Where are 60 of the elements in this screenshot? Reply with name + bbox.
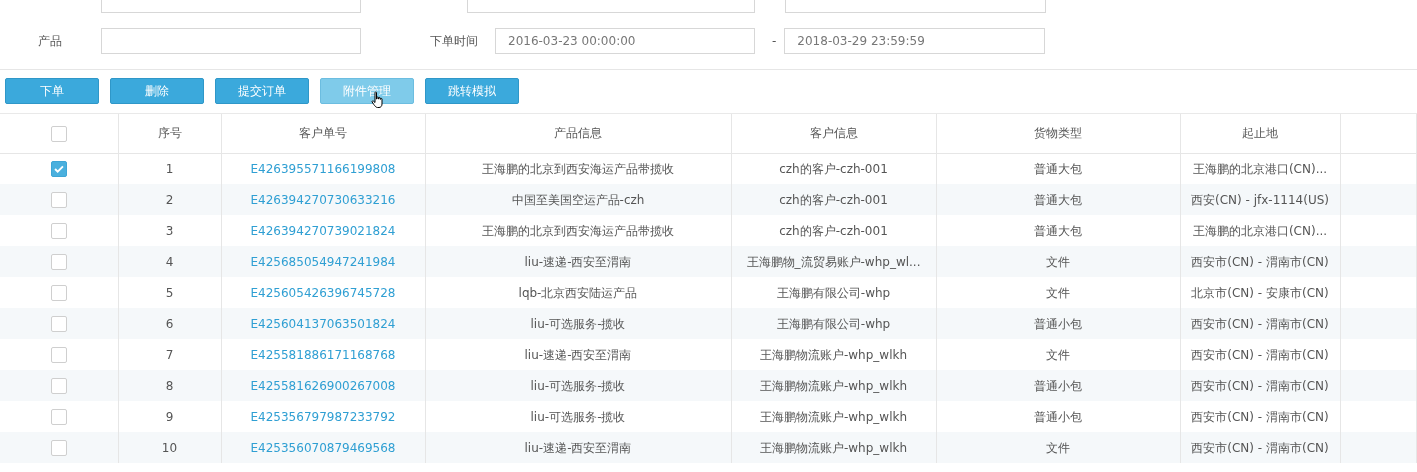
row-checkbox[interactable] — [50, 161, 67, 178]
table-cell: liu-可选服务-揽收 — [425, 308, 731, 339]
order-number-link[interactable]: E425605426396745728 — [250, 285, 396, 300]
table-cell: 王海鹏有限公司-whp — [731, 308, 936, 339]
table-cell: 西安市(CN) - 渭南市(CN) — [1180, 308, 1340, 339]
table-cell: 普通大包 — [936, 184, 1180, 215]
toolbar-button[interactable]: 删除 — [110, 78, 204, 104]
row-checkbox[interactable] — [50, 440, 67, 456]
date-field[interactable]: 2016-03-23 00:00:00 — [495, 28, 755, 54]
column-header: 起止地 — [1180, 114, 1340, 153]
table-cell: 普通小包 — [936, 308, 1180, 339]
table-cell: 西安(CN) - jfx-1114(US) — [1180, 184, 1340, 215]
table-cell: 文件 — [936, 432, 1180, 463]
row-checkbox[interactable] — [50, 378, 67, 394]
order-number-link[interactable]: E426395571166199808 — [250, 161, 396, 176]
field-label: 产品 — [38, 33, 62, 50]
select-all-checkbox[interactable] — [50, 125, 67, 142]
order-number-link[interactable]: E425581886171168768 — [250, 347, 396, 362]
toolbar-button[interactable]: 跳转模拟 — [425, 78, 519, 104]
column-header: 序号 — [118, 114, 221, 153]
row-checkbox[interactable] — [50, 316, 67, 332]
table-cell: 王海鹏物流账户-whp_wlkh — [731, 432, 936, 463]
table-cell: 王海鹏物流账户-whp_wlkh — [731, 370, 936, 401]
row-checkbox[interactable] — [50, 223, 67, 239]
row-checkbox[interactable] — [50, 254, 67, 270]
table-cell: liu-速递-西安至渭南 — [425, 246, 731, 277]
table-cell: 西安市(CN) - 渭南市(CN) — [1180, 246, 1340, 277]
customer-info-end-field[interactable] — [785, 0, 1046, 13]
column-header: 客户单号 — [221, 114, 425, 153]
table-cell: 中国至美国空运产品-czh — [425, 184, 731, 215]
order-number-link[interactable]: E425356797987233792 — [250, 409, 396, 424]
toolbar-button[interactable]: 提交订单 — [215, 78, 309, 104]
table-cell: 2 — [118, 184, 221, 215]
table-cell: 王海鹏物_流贸易账户-whp_wl... — [731, 246, 936, 277]
order-number-link[interactable]: E426394270739021824 — [250, 223, 396, 238]
date-field[interactable]: 2018-03-29 23:59:59 — [784, 28, 1046, 54]
table-cell: 西安市(CN) - 渭南市(CN) — [1180, 432, 1340, 463]
table-cell: liu-速递-西安至渭南 — [425, 432, 731, 463]
table-cell: 文件 — [936, 246, 1180, 277]
table-cell: 10 — [118, 432, 221, 463]
table-cell: 6 — [118, 308, 221, 339]
table-cell: 8 — [118, 370, 221, 401]
row-checkbox[interactable] — [50, 192, 67, 208]
customer-number-field[interactable] — [101, 0, 361, 13]
customer-info-field[interactable] — [467, 0, 755, 13]
column-header: 产品信息 — [425, 114, 731, 153]
table-cell: 西安市(CN) - 渭南市(CN) — [1180, 370, 1340, 401]
toolbar-button[interactable]: 下单 — [5, 78, 99, 104]
column-header: 客户信息 — [731, 114, 936, 153]
table-cell: czh的客户-czh-001 — [731, 184, 936, 215]
text-field[interactable] — [101, 28, 361, 54]
row-checkbox[interactable] — [50, 347, 67, 363]
column-header: 货物类型 — [936, 114, 1180, 153]
row-checkbox[interactable] — [50, 409, 67, 425]
field-label: 下单时间 — [430, 33, 478, 50]
range-separator: - — [772, 33, 777, 50]
table-cell: liu-可选服务-揽收 — [425, 370, 731, 401]
table-cell: 普通小包 — [936, 370, 1180, 401]
row-checkbox[interactable] — [50, 285, 67, 301]
table-cell: 4 — [118, 246, 221, 277]
